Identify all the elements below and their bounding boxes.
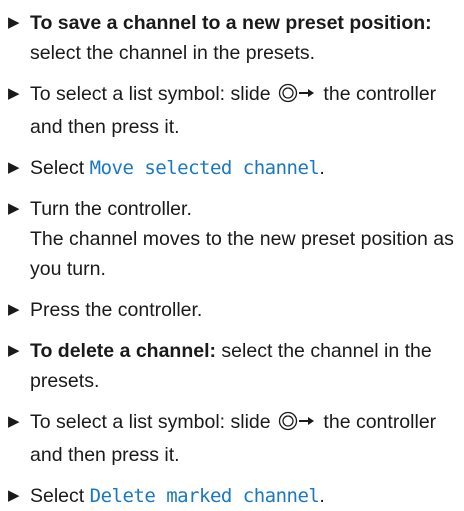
step-select-delete: ▶ Select Delete marked channel. — [8, 481, 460, 511]
step-text: To select a list symbol: slide the con­t… — [30, 79, 460, 142]
step-body: To select a list symbol: slide — [30, 83, 277, 105]
instruction-list: ▶ To save a channel to a new preset posi… — [0, 0, 464, 507]
step-turn-controller: ▶ Turn the controller. The channel moves … — [8, 194, 460, 284]
bullet-arrow-icon: ▶ — [8, 487, 20, 504]
step-text: Select Delete marked channel. — [30, 481, 460, 511]
bullet-arrow-icon: ▶ — [8, 85, 20, 102]
step-select-list-symbol: ▶ To select a list symbol: slide the con… — [8, 79, 460, 142]
bullet-arrow-icon: ▶ — [8, 301, 20, 318]
step-body: Select — [30, 157, 90, 179]
step-select-list-symbol: ▶ To select a list symbol: slide the con… — [8, 407, 460, 470]
bullet-arrow-icon: ▶ — [8, 200, 20, 217]
step-lead: To delete a channel: — [30, 340, 217, 362]
step-text: To select a list symbol: slide the con­t… — [30, 407, 460, 470]
step-save-channel: ▶ To save a channel to a new preset posi… — [8, 8, 460, 68]
step-text: To delete a channel: select the channel … — [30, 336, 460, 396]
bullet-arrow-icon: ▶ — [8, 342, 20, 359]
step-body: select the channel in the presets. — [30, 42, 316, 64]
step-body: Turn the controller. — [30, 198, 192, 220]
step-body: To select a list symbol: slide — [30, 411, 277, 433]
step-body: Select — [30, 485, 90, 507]
step-text: Turn the controller. The channel moves to… — [30, 194, 460, 284]
step-body: Press the controller. — [30, 299, 203, 321]
step-body: . — [319, 157, 325, 179]
bullet-arrow-icon: ▶ — [8, 159, 20, 176]
bullet-arrow-icon: ▶ — [8, 14, 20, 31]
step-select-move: ▶ Select Move selected channel. — [8, 153, 460, 183]
controller-slide-right-icon — [278, 82, 316, 112]
step-text: Select Move selected channel. — [30, 153, 460, 183]
step-text: To save a channel to a new preset posi­t… — [30, 8, 460, 68]
bullet-arrow-icon: ▶ — [8, 413, 20, 430]
step-body: . — [319, 485, 325, 507]
display-menu-item: Delete marked channel — [89, 485, 320, 507]
step-press-controller: ▶ Press the controller. — [8, 295, 460, 325]
step-text: Press the controller. — [30, 295, 460, 325]
display-menu-item: Move selected channel — [89, 157, 320, 179]
step-result: The channel moves to the new preset posi… — [30, 228, 454, 280]
step-delete-channel: ▶ To delete a channel: select the channe… — [8, 336, 460, 396]
controller-slide-right-icon — [278, 410, 316, 440]
step-lead: To save a channel to a new preset posi­t… — [30, 12, 432, 34]
